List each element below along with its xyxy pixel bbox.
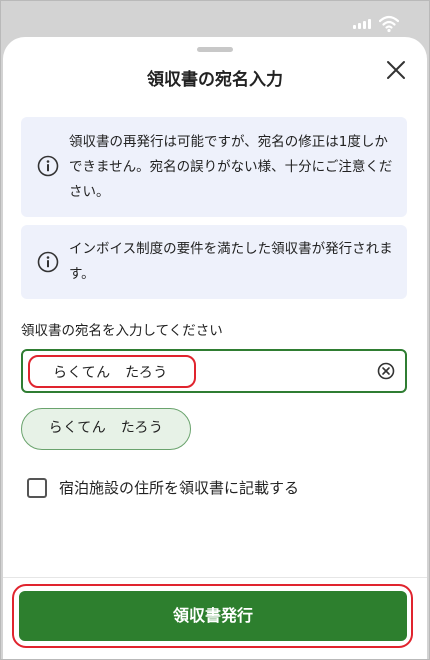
invoice-notice: インボイス制度の要件を満たした領収書が発行されます。 — [21, 225, 407, 299]
address-option-row[interactable]: 宿泊施設の住所を領収書に記載する — [27, 477, 299, 498]
address-checkbox[interactable] — [27, 477, 47, 498]
signal-icon — [353, 19, 371, 29]
receipt-name-sheet: 領収書の宛名入力 領収書の再発行は可能ですが、宛名の修正は1度しかできません。宛… — [3, 37, 427, 659]
info-icon — [37, 251, 59, 273]
input-highlight-annotation — [28, 355, 196, 388]
clear-circle-icon[interactable] — [377, 362, 395, 380]
footer-divider — [3, 577, 427, 578]
phone-frame: 領収書の宛名入力 領収書の再発行は可能ですが、宛名の修正は1度しかできません。宛… — [0, 0, 430, 660]
close-icon[interactable] — [385, 59, 407, 81]
recipient-label: 領収書の宛名を入力してください — [21, 323, 223, 339]
address-checkbox-label[interactable]: 宿泊施設の住所を領収書に記載する — [59, 477, 299, 498]
name-suggestion-chip[interactable]: らくてん たろう — [21, 408, 191, 450]
status-bar — [1, 1, 429, 41]
button-highlight-annotation — [12, 584, 413, 648]
sheet-title: 領収書の宛名入力 — [147, 70, 283, 90]
sheet-grabber[interactable] — [197, 47, 233, 52]
wifi-icon — [379, 15, 399, 33]
info-icon — [37, 155, 59, 177]
reissue-notice-text: 領収書の再発行は可能ですが、宛名の修正は1度しかできません。宛名の誤りがない様、… — [69, 134, 393, 200]
reissue-notice: 領収書の再発行は可能ですが、宛名の修正は1度しかできません。宛名の誤りがない様、… — [21, 117, 407, 217]
invoice-notice-text: インボイス制度の要件を満たした領収書が発行されます。 — [69, 241, 393, 282]
